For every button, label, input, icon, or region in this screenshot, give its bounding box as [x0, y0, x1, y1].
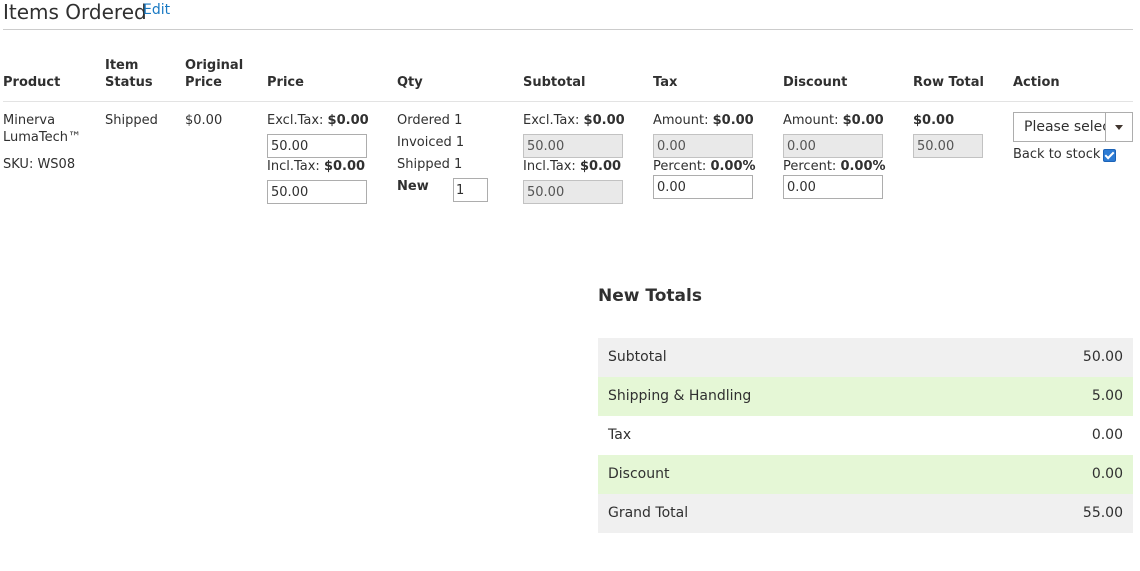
- price-incl-label: Incl.Tax:: [267, 159, 320, 174]
- tax-percent: Percent: 0.00%: [653, 158, 756, 175]
- qty-new-label: New: [397, 179, 429, 194]
- row-total-value: $0.00: [913, 113, 955, 128]
- col-product: Product: [3, 75, 61, 90]
- qty-ordered-value: 1: [454, 113, 463, 128]
- chevron-down-icon: [1115, 125, 1123, 130]
- col-item-status: Item Status: [105, 57, 153, 91]
- col-original-price-line1: Original: [185, 58, 244, 73]
- subtotal-excl-label: Excl.Tax:: [523, 113, 580, 128]
- action-select[interactable]: Please select: [1013, 112, 1133, 142]
- subtotal-incl-label: Incl.Tax:: [523, 159, 576, 174]
- col-subtotal: Subtotal: [523, 75, 586, 90]
- col-action: Action: [1013, 75, 1060, 90]
- qty-invoiced: Invoiced 1: [397, 134, 464, 151]
- totals-label: Grand Total: [608, 505, 689, 521]
- discount-percent-input[interactable]: [783, 175, 883, 199]
- subtotal-excl-tax: Excl.Tax: $0.00: [523, 112, 625, 129]
- tax-percent-input[interactable]: [653, 175, 753, 199]
- product-name: Minerva LumaTech™: [3, 112, 81, 146]
- price-excl-tax: Excl.Tax: $0.00: [267, 112, 369, 129]
- header-divider: [3, 101, 1133, 102]
- tax-percent-label: Percent:: [653, 159, 707, 174]
- row-total-input: [913, 134, 983, 158]
- col-original-price-line2: Price: [185, 75, 222, 90]
- action-select-toggle[interactable]: [1105, 113, 1132, 141]
- qty-new-input[interactable]: [453, 178, 488, 202]
- col-row-total: Row Total: [913, 75, 984, 90]
- new-totals-title: New Totals: [598, 286, 702, 306]
- price-incl-value: $0.00: [323, 159, 366, 174]
- totals-row-grand-total: Grand Total 55.00: [598, 494, 1133, 533]
- totals-label: Subtotal: [608, 349, 667, 365]
- qty-invoiced-label: Invoiced: [397, 135, 452, 150]
- back-to-stock-label: Back to stock: [1013, 147, 1101, 162]
- subtotal-incl-value: $0.00: [579, 159, 622, 174]
- col-qty: Qty: [397, 75, 423, 90]
- col-item-status-line2: Status: [105, 75, 153, 90]
- discount-amount-label: Amount:: [783, 113, 839, 128]
- qty-invoiced-value: 1: [455, 135, 465, 150]
- price-incl-tax: Incl.Tax: $0.00: [267, 158, 365, 175]
- tax-amount-value: $0.00: [712, 113, 754, 128]
- tax-amount: Amount: $0.00: [653, 112, 754, 129]
- price-incl-input[interactable]: [267, 180, 367, 204]
- original-price: $0.00: [185, 113, 223, 128]
- totals-row-discount: Discount 0.00: [598, 455, 1133, 494]
- totals-value: 5.00: [1091, 388, 1123, 404]
- qty-shipped-label: Shipped: [397, 157, 450, 172]
- product-name-line1: Minerva: [3, 113, 56, 128]
- totals-value: 55.00: [1082, 505, 1123, 521]
- subtotal-incl-input: [523, 180, 623, 204]
- col-price: Price: [267, 75, 304, 90]
- qty-shipped-value: 1: [454, 157, 463, 172]
- action-select-value: Please select: [1024, 119, 1116, 135]
- discount-amount-value: $0.00: [842, 113, 884, 128]
- totals-table: Subtotal 50.00 Shipping & Handling 5.00 …: [598, 338, 1133, 533]
- discount-percent-label: Percent:: [783, 159, 837, 174]
- col-tax: Tax: [653, 75, 678, 90]
- totals-label: Shipping & Handling: [608, 388, 752, 404]
- product-sku: SKU: WS08: [3, 157, 76, 172]
- tax-amount-input: [653, 134, 753, 158]
- totals-row-subtotal: Subtotal 50.00: [598, 338, 1133, 377]
- price-excl-label: Excl.Tax:: [267, 113, 324, 128]
- col-discount: Discount: [783, 75, 848, 90]
- subtotal-excl-value: $0.00: [583, 113, 625, 128]
- totals-row-shipping: Shipping & Handling 5.00: [598, 377, 1133, 416]
- totals-label: Discount: [608, 466, 670, 482]
- discount-percent-value: 0.00%: [840, 159, 886, 174]
- tax-amount-label: Amount:: [653, 113, 709, 128]
- items-ordered-header: Items Ordered: [3, 0, 147, 24]
- product-name-line2: LumaTech™: [3, 130, 81, 145]
- discount-amount: Amount: $0.00: [783, 112, 884, 129]
- price-excl-input[interactable]: [267, 134, 367, 158]
- qty-ordered: Ordered 1: [397, 112, 462, 129]
- title-divider: [3, 29, 1133, 30]
- subtotal-excl-input: [523, 134, 623, 158]
- discount-percent: Percent: 0.00%: [783, 158, 886, 175]
- discount-amount-input: [783, 134, 883, 158]
- item-status: Shipped: [105, 113, 158, 128]
- totals-row-tax: Tax 0.00: [598, 416, 1133, 455]
- totals-value: 0.00: [1091, 466, 1123, 482]
- col-item-status-line1: Item: [105, 58, 139, 73]
- subtotal-incl-tax: Incl.Tax: $0.00: [523, 158, 621, 175]
- back-to-stock-checkbox[interactable]: [1103, 149, 1116, 162]
- tax-percent-value: 0.00%: [710, 159, 756, 174]
- edit-link[interactable]: Edit: [143, 2, 170, 18]
- price-excl-value: $0.00: [327, 113, 369, 128]
- qty-shipped: Shipped 1: [397, 156, 462, 173]
- totals-value: 0.00: [1091, 427, 1123, 443]
- qty-ordered-label: Ordered: [397, 113, 450, 128]
- page-title: Items Ordered: [3, 0, 147, 24]
- totals-value: 50.00: [1082, 349, 1123, 365]
- totals-label: Tax: [608, 427, 632, 443]
- col-original-price: Original Price: [185, 57, 243, 91]
